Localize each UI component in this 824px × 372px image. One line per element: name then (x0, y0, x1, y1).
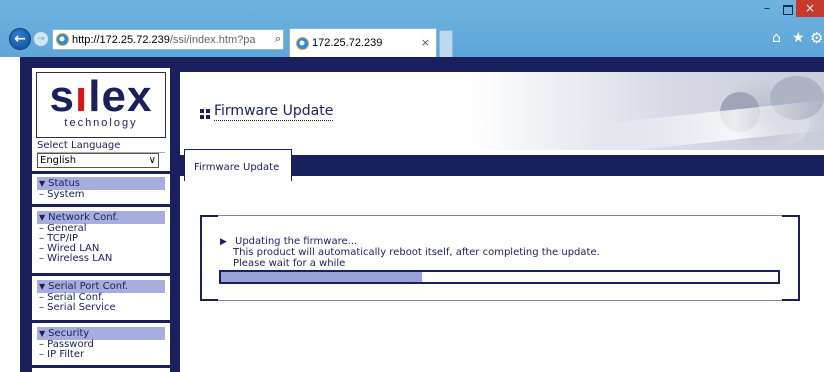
tab-close-icon[interactable]: × (421, 36, 430, 49)
address-host: http://172.25.72.239 (72, 33, 170, 46)
status-box-frame (218, 300, 782, 301)
logo-wordmark: sılex (49, 72, 153, 121)
minimize-button[interactable]: – (760, 2, 774, 15)
menu-divider (32, 273, 170, 276)
address-bar[interactable]: http://172.25.72.239 /ssi/index.htm?pa ⌕… (52, 29, 284, 50)
menu-security: Security – Password – IP Filter (37, 327, 165, 360)
menu-network: Network Conf. – General – TCP/IP – Wired… (37, 211, 165, 264)
menu-status: Status – System (37, 177, 165, 200)
header-banner: Firmware Update (180, 72, 824, 154)
sidebar: sılex technology Select Language English… (32, 68, 170, 372)
tab-title: 172.25.72.239 (312, 37, 383, 49)
back-button[interactable]: ← (9, 28, 31, 50)
browser-chrome: – × ← → http://172.25.72.239 /ssi/index.… (0, 0, 824, 57)
status-box-frame (200, 215, 218, 301)
language-label: Select Language (37, 140, 165, 153)
search-refresh-icons[interactable]: ⌕ ▾ ↻ (275, 32, 283, 46)
menu-divider (32, 204, 170, 207)
menu-item-serial-service[interactable]: – Serial Service (37, 303, 165, 313)
menu-item-ip-filter[interactable]: – IP Filter (37, 350, 165, 360)
forward-button[interactable]: → (33, 31, 49, 47)
firmware-progress-bar (219, 270, 780, 284)
logo-tagline: technology (64, 117, 138, 129)
gear-icon[interactable]: ⚙ (810, 29, 823, 47)
menu-divider (32, 365, 170, 368)
menu-item-wireless-lan[interactable]: – Wireless LAN (37, 254, 165, 264)
tab-ie-icon (296, 36, 309, 50)
play-arrow-icon: ▶ (220, 237, 227, 247)
silex-logo: sılex technology (36, 72, 166, 138)
title-bullet-icon (200, 109, 210, 119)
close-window-button[interactable]: × (796, 0, 824, 17)
menu-divider (32, 171, 170, 174)
menu-item-system[interactable]: – System (37, 190, 165, 200)
menu-divider (32, 320, 170, 323)
menu-serial: Serial Port Conf. – Serial Conf. – Seria… (37, 280, 165, 313)
maximize-button[interactable] (780, 3, 794, 15)
chevron-down-icon: ∨ (148, 155, 156, 166)
status-heading: Updating the firmware... (235, 236, 358, 247)
new-tab-button[interactable] (439, 30, 453, 57)
status-message: This product will automatically reboot i… (233, 247, 600, 258)
language-select[interactable]: English ∨ (37, 153, 159, 168)
browser-tab[interactable]: 172.25.72.239 × (289, 28, 437, 57)
status-box-frame (218, 215, 782, 216)
address-path: /ssi/index.htm?pa (169, 33, 256, 46)
favorites-star-icon[interactable]: ★ (792, 30, 805, 46)
language-value: English (40, 155, 77, 166)
main-content: Firmware Update Firmware Update ▶ Updati… (180, 72, 824, 372)
status-wait-message: Please wait for a while (233, 258, 346, 269)
progress-fill (221, 272, 422, 282)
tab-firmware-update[interactable]: Firmware Update (184, 149, 292, 181)
page-title: Firmware Update (214, 103, 334, 121)
ie-page-icon (56, 33, 69, 46)
home-icon[interactable]: ⌂ (772, 30, 781, 46)
status-box-frame (782, 215, 800, 301)
